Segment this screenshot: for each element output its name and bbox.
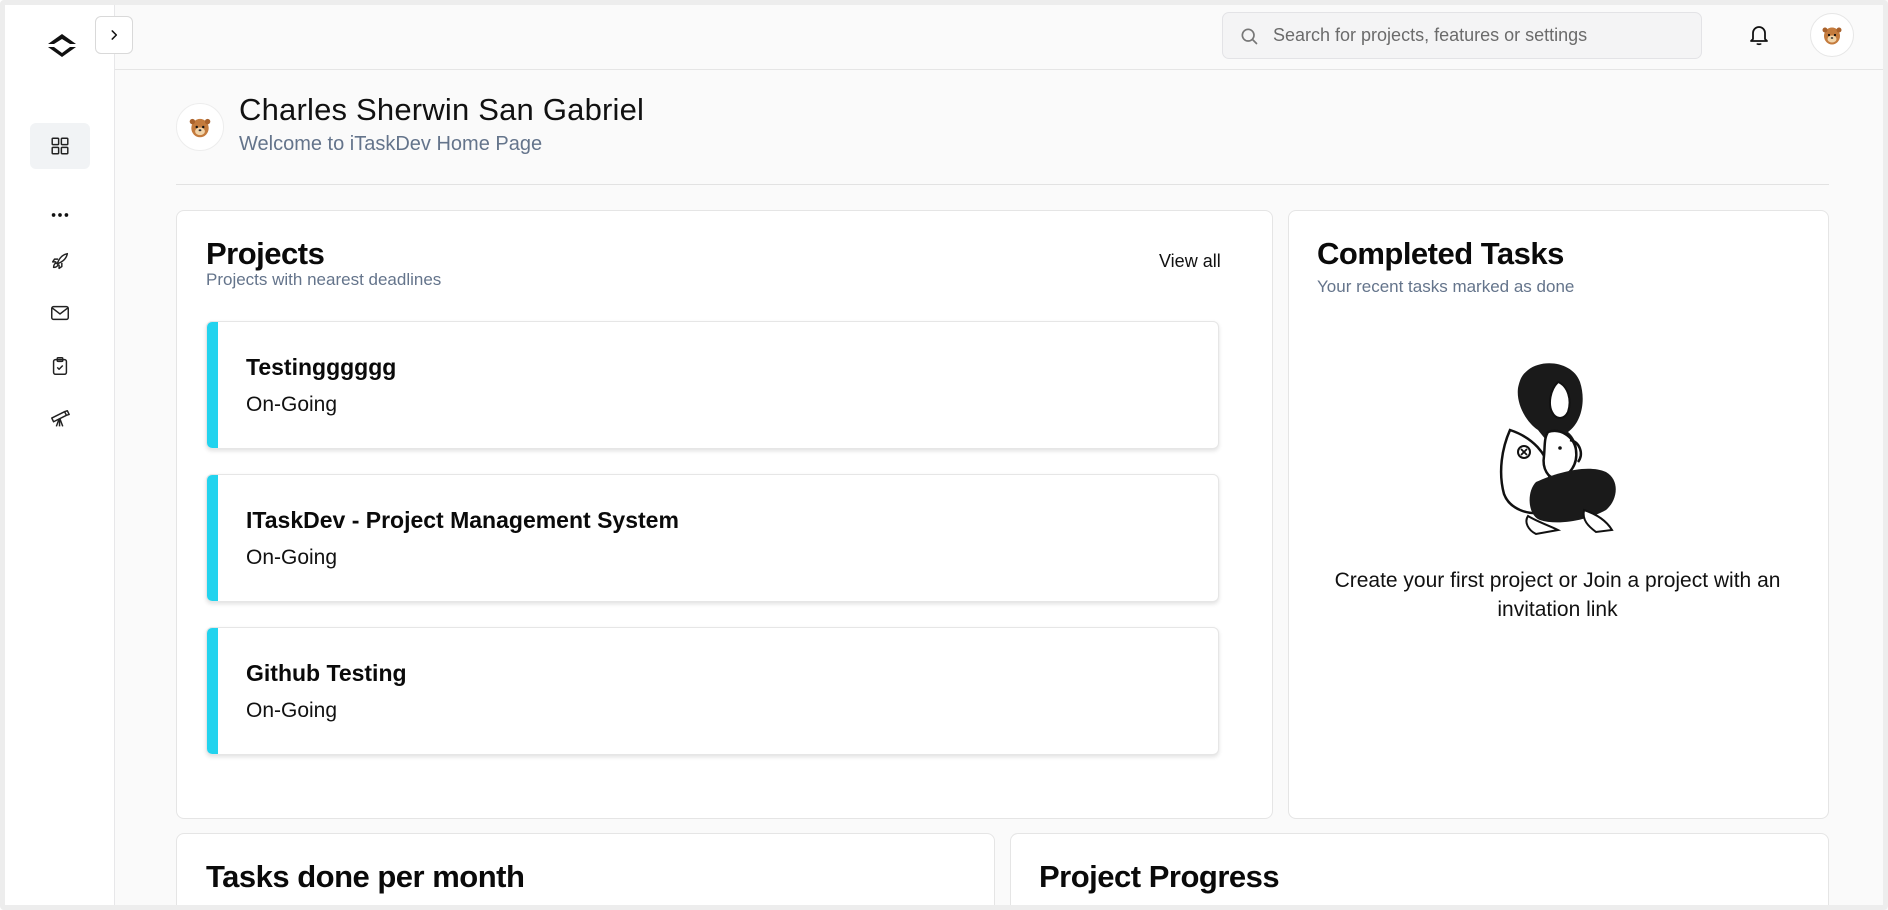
empty-state-illustration — [1499, 363, 1616, 536]
mail-icon — [51, 305, 69, 321]
search-input[interactable] — [1273, 25, 1673, 46]
avatar — [189, 118, 211, 138]
project-name: ITaskDev - Project Management System — [246, 507, 679, 533]
projects-subtitle: Projects with nearest deadlines — [206, 270, 442, 289]
project-status: On-Going — [246, 546, 338, 569]
project-progress-title: Project Progress — [1039, 859, 1280, 894]
project-accent-bar — [207, 322, 218, 448]
sidebar-item-projects[interactable] — [30, 238, 90, 284]
profile-avatar — [176, 103, 224, 151]
sidebar-item-tasks[interactable] — [30, 343, 90, 389]
empty-state-message: Create your first project or Join a proj… — [1334, 569, 1781, 621]
project-accent-bar — [207, 475, 218, 601]
completed-tasks-title: Completed Tasks — [1317, 236, 1564, 271]
project-item[interactable]: Testingggggg On-Going — [206, 321, 1219, 449]
more-dots-icon — [51, 213, 69, 217]
projects-title: Projects — [206, 236, 325, 271]
sidebar-item-mail[interactable] — [30, 290, 90, 336]
avatar — [1822, 27, 1842, 45]
sidebar-item-dashboard[interactable] — [30, 123, 90, 169]
sidebar-item-explore[interactable] — [30, 396, 90, 442]
notifications-button[interactable] — [1744, 20, 1774, 50]
clipboard-check-icon — [52, 357, 68, 375]
search-icon — [1241, 28, 1258, 44]
bell-icon — [1750, 26, 1768, 46]
project-status: On-Going — [246, 393, 338, 416]
user-avatar-button[interactable] — [1810, 13, 1854, 57]
sidebar-item-more[interactable] — [30, 192, 90, 238]
completed-tasks-subtitle: Your recent tasks marked as done — [1317, 277, 1575, 296]
project-name: Github Testing — [246, 660, 407, 686]
sidebar-toggle-button[interactable] — [95, 16, 133, 54]
chevron-right-icon — [111, 30, 118, 40]
project-name: Testingggggg — [246, 354, 397, 380]
profile-name: Charles Sherwin San Gabriel — [239, 92, 645, 127]
project-accent-bar — [207, 628, 218, 754]
rocket-icon — [51, 252, 69, 270]
sidebar — [0, 0, 115, 910]
header-divider — [176, 184, 1829, 185]
welcome-text: Welcome to iTaskDev Home Page — [239, 133, 543, 155]
dashboard-grid-icon — [51, 137, 69, 155]
view-all-link[interactable]: View all — [1159, 251, 1221, 272]
telescope-icon — [51, 410, 70, 427]
app-logo[interactable] — [44, 30, 80, 60]
project-item[interactable]: Github Testing On-Going — [206, 627, 1219, 755]
search-bar[interactable] — [1222, 12, 1702, 59]
project-item[interactable]: ITaskDev - Project Management System On-… — [206, 474, 1219, 602]
project-status: On-Going — [246, 699, 338, 722]
tasks-per-month-title: Tasks done per month — [206, 859, 525, 894]
